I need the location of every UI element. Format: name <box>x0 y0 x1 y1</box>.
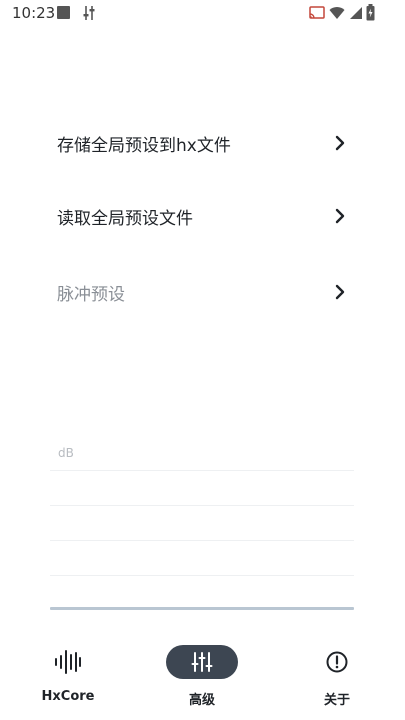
square-notification-icon <box>57 6 70 19</box>
menu-item-label: 读取全局预设文件 <box>57 208 193 229</box>
info-circle-icon <box>326 651 348 673</box>
menu-item-label: 存储全局预设到hx文件 <box>57 135 231 156</box>
tune-icon <box>83 6 95 20</box>
wifi-icon <box>329 7 345 20</box>
nav-label: 高级 <box>188 693 215 708</box>
chevron-right-icon <box>335 208 345 224</box>
status-time: 10:23 <box>12 4 56 22</box>
chart-baseline <box>50 607 354 610</box>
signal-icon <box>350 7 362 19</box>
menu-item-save-global-preset[interactable]: 存储全局预设到hx文件 <box>57 123 347 163</box>
nav-item-advanced[interactable]: 高级 <box>142 630 262 720</box>
chart-grid-line <box>50 505 354 506</box>
chevron-right-icon <box>335 135 345 151</box>
chart-grid-line <box>50 575 354 576</box>
menu-item-load-global-preset[interactable]: 读取全局预设文件 <box>57 196 347 236</box>
nav-label: 关于 <box>323 693 350 708</box>
menu-item-impulse-preset[interactable]: 脉冲预设 <box>57 272 347 312</box>
chart-grid-line <box>50 470 354 471</box>
cast-icon <box>309 6 325 19</box>
chart-y-unit-label: dB <box>58 446 74 460</box>
response-chart: dB <box>50 440 354 615</box>
menu-item-label: 脉冲预设 <box>57 284 125 305</box>
chevron-right-icon <box>335 284 345 300</box>
bottom-navigation: HxCore 高级 关于 <box>0 630 405 720</box>
chart-grid-line <box>50 540 354 541</box>
status-bar: 10:23 <box>0 0 405 26</box>
nav-label: HxCore <box>41 689 95 704</box>
nav-icon-container-active <box>166 645 238 679</box>
battery-charging-icon <box>366 4 375 21</box>
equalizer-sliders-icon <box>191 652 213 672</box>
nav-icon-container <box>32 645 104 679</box>
waveform-icon <box>55 650 81 674</box>
nav-item-about[interactable]: 关于 <box>277 630 397 720</box>
nav-icon-container <box>301 645 373 679</box>
nav-item-hxcore[interactable]: HxCore <box>8 630 128 720</box>
